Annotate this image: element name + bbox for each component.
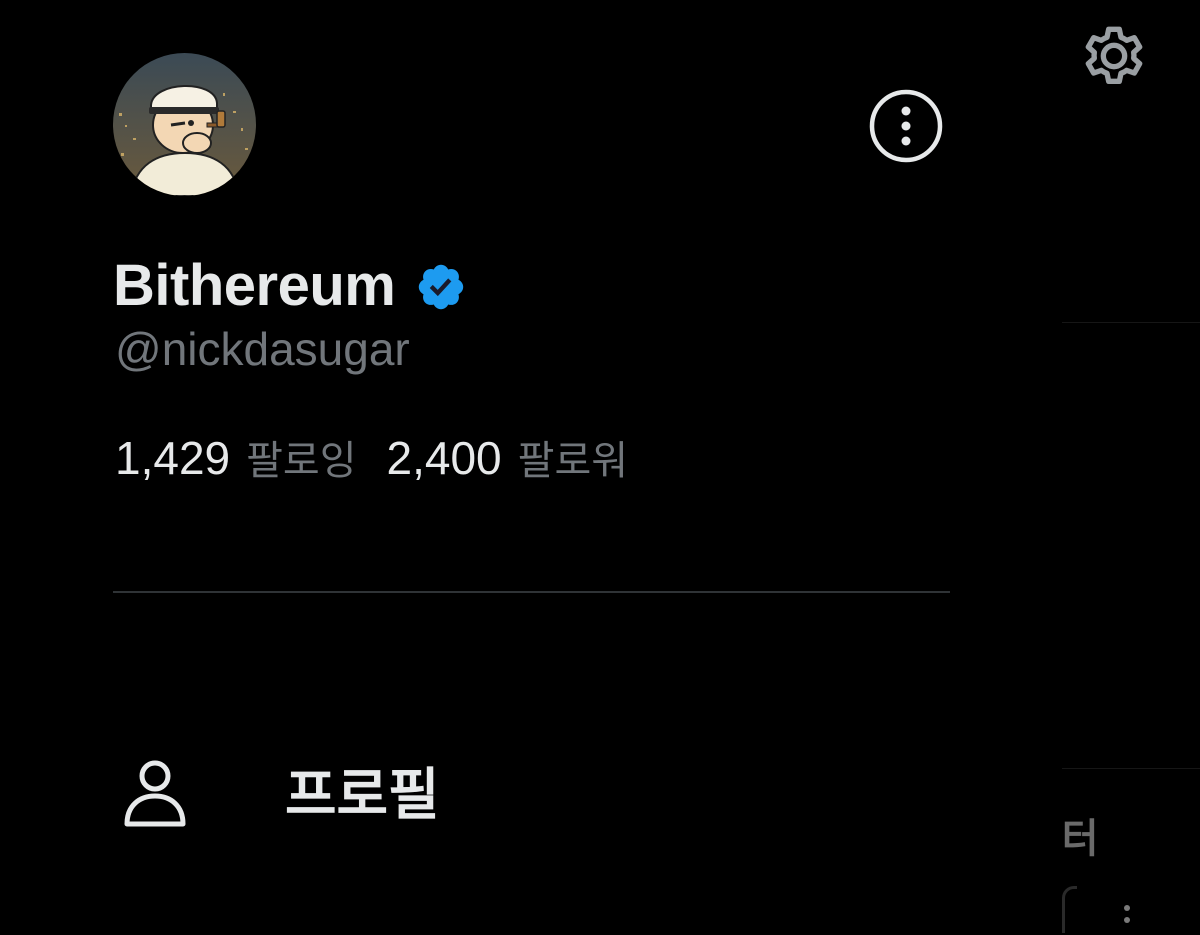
followers-count: 2,400 <box>386 432 502 484</box>
background-card-edge <box>1062 886 1077 933</box>
avatar[interactable] <box>113 53 256 196</box>
display-name-row: Bithereum <box>113 250 467 320</box>
display-name[interactable]: Bithereum <box>113 252 396 319</box>
background-more-icon <box>1124 905 1132 935</box>
following-label: 팔로잉 <box>246 438 357 484</box>
section-divider <box>113 591 950 593</box>
menu-item-label: 프로필 <box>285 762 440 828</box>
person-icon <box>113 748 197 832</box>
following-count: 1,429 <box>115 432 231 484</box>
more-options-button[interactable] <box>868 88 944 164</box>
menu-item-profile[interactable]: 프로필 <box>113 740 950 840</box>
follow-stats: 1,429 팔로잉 2,400 팔로워 <box>115 428 628 486</box>
side-drawer: Bithereum @nickdasugar 1,429 팔로잉 2,400 팔… <box>0 0 1062 930</box>
verified-badge-icon <box>415 261 467 313</box>
background-divider <box>1062 768 1200 769</box>
gear-icon[interactable] <box>1074 16 1154 96</box>
user-handle[interactable]: @nickdasugar <box>115 322 410 376</box>
background-divider <box>1062 322 1200 323</box>
following-stat[interactable]: 1,429 팔로잉 <box>115 428 357 486</box>
followers-label: 팔로워 <box>517 438 629 484</box>
followers-stat[interactable]: 2,400 팔로워 <box>387 428 629 486</box>
background-page <box>1062 0 1200 930</box>
